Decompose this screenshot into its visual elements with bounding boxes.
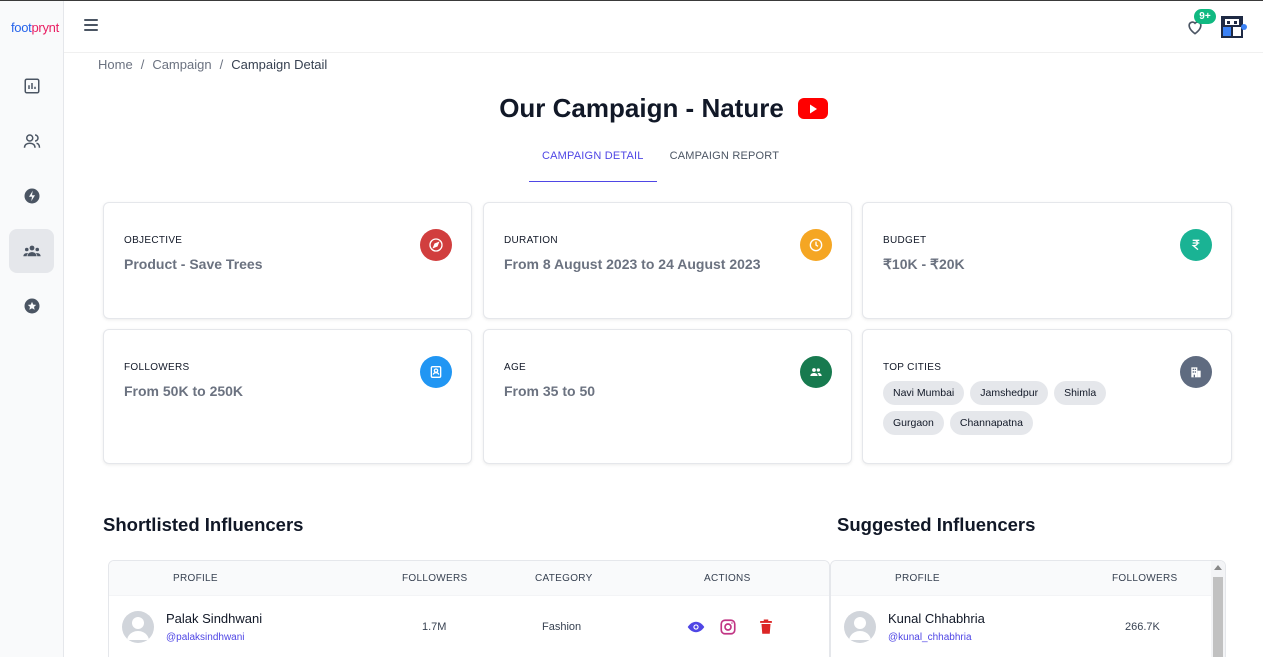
breadcrumb-current: Campaign Detail	[231, 57, 328, 72]
logo-text-part2: prynt	[31, 20, 59, 35]
table-header: PROFILE FOLLOWERS	[831, 561, 1225, 595]
avatar	[844, 611, 876, 643]
star-icon	[24, 298, 39, 314]
card-value: ₹10K - ₹20K	[883, 256, 965, 272]
bolt-icon	[24, 188, 39, 204]
table-row: Kunal Chhabhria @kunal_chhabhria 266.7K	[831, 595, 1211, 657]
rupee-icon	[1180, 229, 1212, 261]
card-value: From 50K to 250K	[124, 383, 244, 399]
city-chip: Jamshedpur	[970, 381, 1049, 405]
compass-icon	[420, 229, 452, 261]
card-value: From 35 to 50	[504, 383, 596, 399]
scrollbar[interactable]	[1211, 561, 1225, 657]
suggested-table: PROFILE FOLLOWERS Kunal Chhabhria @kunal…	[830, 560, 1226, 657]
tab-campaign-detail[interactable]: CAMPAIGN DETAIL	[529, 144, 657, 182]
trash-icon[interactable]	[757, 618, 775, 636]
users-icon	[23, 134, 40, 148]
building-icon	[1180, 356, 1212, 388]
notification-badge: 9+	[1194, 9, 1216, 24]
shortlisted-title: Shortlisted Influencers	[103, 514, 304, 535]
influencer-name[interactable]: Kunal Chhabhria	[888, 611, 985, 626]
table-header: PROFILE FOLLOWERS CATEGORY ACTIONS	[109, 561, 829, 595]
followers-cell: 266.7K	[1125, 621, 1160, 633]
breadcrumb-home[interactable]: Home	[98, 57, 133, 72]
duration-card: DURATION From 8 August 2023 to 24 August…	[483, 202, 852, 319]
breadcrumb-separator: /	[219, 57, 224, 72]
card-value: Product - Save Trees	[124, 256, 263, 272]
group-icon	[22, 245, 41, 257]
sidebar-item-users[interactable]	[9, 119, 54, 163]
brand-logo[interactable]: footprynt	[11, 20, 59, 35]
influencer-handle[interactable]: @palaksindhwani	[166, 632, 245, 643]
campaign-tabs: CAMPAIGN DETAIL CAMPAIGN REPORT	[529, 144, 792, 182]
influencer-name[interactable]: Palak Sindhwani	[166, 611, 262, 626]
app-root: footprynt 9+ Home / Campaign / Campaign …	[0, 0, 1263, 657]
category-cell: Fashion	[542, 621, 582, 633]
scroll-up-arrow-icon[interactable]	[1214, 565, 1222, 570]
card-value: From 8 August 2023 to 24 August 2023	[504, 256, 761, 272]
instagram-icon[interactable]	[719, 618, 737, 636]
column-header-followers: FOLLOWERS	[402, 573, 468, 584]
influencer-handle[interactable]: @kunal_chhabhria	[888, 632, 972, 643]
card-label: OBJECTIVE	[124, 235, 183, 246]
column-header-profile: PROFILE	[895, 573, 940, 584]
table-row: Palak Sindhwani @palaksindhwani 1.7M Fas…	[109, 595, 829, 657]
objective-card: OBJECTIVE Product - Save Trees	[103, 202, 472, 319]
sidebar-item-favorites[interactable]	[9, 284, 54, 328]
city-chip: Gurgaon	[883, 411, 944, 435]
clock-icon	[800, 229, 832, 261]
avatar	[122, 611, 154, 643]
column-header-followers: FOLLOWERS	[1112, 573, 1178, 584]
city-chip: Channapatna	[949, 411, 1033, 435]
card-label: TOP CITIES	[883, 362, 942, 373]
card-label: BUDGET	[883, 235, 927, 246]
page-title: Our Campaign - Nature	[499, 93, 784, 123]
column-header-profile: PROFILE	[173, 573, 218, 584]
column-header-category: CATEGORY	[535, 573, 593, 584]
user-avatar[interactable]	[1217, 14, 1249, 40]
shortlisted-table: PROFILE FOLLOWERS CATEGORY ACTIONS Palak…	[108, 560, 830, 657]
age-card: AGE From 35 to 50	[483, 329, 852, 464]
sidebar-item-campaigns[interactable]	[9, 174, 54, 218]
followers-card: FOLLOWERS From 50K to 250K	[103, 329, 472, 464]
contact-book-icon	[420, 356, 452, 388]
followers-cell: 1.7M	[422, 621, 447, 633]
city-chip: Shimla	[1054, 381, 1107, 405]
menu-toggle-icon[interactable]	[84, 19, 98, 33]
youtube-icon	[797, 98, 828, 119]
tab-campaign-report[interactable]: CAMPAIGN REPORT	[657, 144, 793, 182]
budget-card: BUDGET ₹10K - ₹20K	[862, 202, 1232, 319]
column-header-actions: ACTIONS	[704, 573, 751, 584]
top-cities-card: TOP CITIES Navi Mumbai Jamshedpur Shimla…	[862, 329, 1232, 464]
people-icon	[800, 356, 832, 388]
eye-icon[interactable]	[687, 618, 705, 636]
sidebar-item-influencers[interactable]	[9, 229, 54, 273]
city-chip-list: Navi Mumbai Jamshedpur Shimla Gurgaon Ch…	[883, 381, 1123, 435]
card-label: DURATION	[504, 235, 558, 246]
logo-text-part1: foot	[11, 20, 32, 35]
top-bar: 9+	[64, 1, 1263, 53]
card-label: AGE	[504, 362, 527, 373]
scrollbar-thumb[interactable]	[1213, 577, 1223, 657]
breadcrumb-separator: /	[140, 57, 145, 72]
page-title-wrap: Our Campaign - Nature	[0, 93, 1263, 124]
breadcrumb: Home / Campaign / Campaign Detail	[98, 57, 327, 72]
suggested-title: Suggested Influencers	[837, 514, 1036, 535]
breadcrumb-campaign[interactable]: Campaign	[152, 57, 211, 72]
city-chip: Navi Mumbai	[883, 381, 965, 405]
card-label: FOLLOWERS	[124, 362, 190, 373]
